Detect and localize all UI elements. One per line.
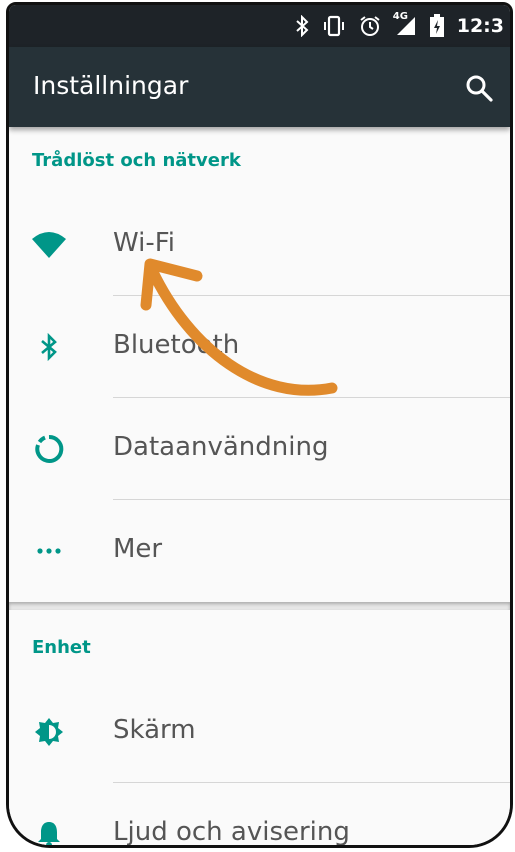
- data-usage-icon: [31, 431, 67, 467]
- settings-list: Trådlöst och nätverk Wi-Fi Bluetooth Dat…: [9, 127, 510, 845]
- settings-item-data-usage[interactable]: Dataanvändning: [9, 399, 510, 499]
- divider: [113, 782, 510, 783]
- alarm-icon: [359, 15, 381, 37]
- status-bar: 4G 12:3: [9, 5, 510, 47]
- settings-item-label: Skärm: [113, 715, 196, 745]
- settings-item-label: Ljud och avisering: [113, 817, 350, 847]
- settings-item-label: Dataanvändning: [113, 432, 329, 462]
- section-header-device: Enhet: [32, 637, 91, 658]
- divider: [113, 295, 510, 296]
- settings-item-more[interactable]: Mer: [9, 501, 510, 601]
- page-title: Inställningar: [33, 71, 189, 100]
- phone-frame: 4G 12:3 Inställningar Trådlöst och nätve…: [6, 2, 513, 848]
- wifi-icon: [31, 227, 67, 263]
- network-signal-icon: 4G: [393, 11, 417, 37]
- section-divider: [9, 602, 510, 610]
- bell-icon: [31, 816, 67, 845]
- more-icon: [31, 533, 67, 569]
- divider: [113, 499, 510, 500]
- battery-icon: [429, 14, 445, 38]
- settings-item-display[interactable]: Skärm: [9, 682, 510, 782]
- settings-item-sound[interactable]: Ljud och avisering: [9, 784, 510, 847]
- network-type-label: 4G: [392, 11, 408, 22]
- status-time: 12:3: [456, 15, 504, 37]
- settings-item-label: Mer: [113, 534, 163, 564]
- divider: [113, 397, 510, 398]
- bluetooth-icon: [31, 329, 67, 365]
- settings-item-wifi[interactable]: Wi-Fi: [9, 195, 510, 295]
- bluetooth-status-icon: [295, 15, 309, 37]
- search-icon[interactable]: [464, 73, 494, 103]
- settings-item-label: Wi-Fi: [113, 228, 176, 258]
- settings-item-bluetooth[interactable]: Bluetooth: [9, 297, 510, 397]
- section-header-wireless: Trådlöst och nätverk: [32, 150, 241, 171]
- vibrate-icon: [321, 15, 347, 37]
- brightness-icon: [31, 714, 67, 750]
- settings-item-label: Bluetooth: [113, 330, 240, 360]
- app-bar: Inställningar: [9, 47, 510, 127]
